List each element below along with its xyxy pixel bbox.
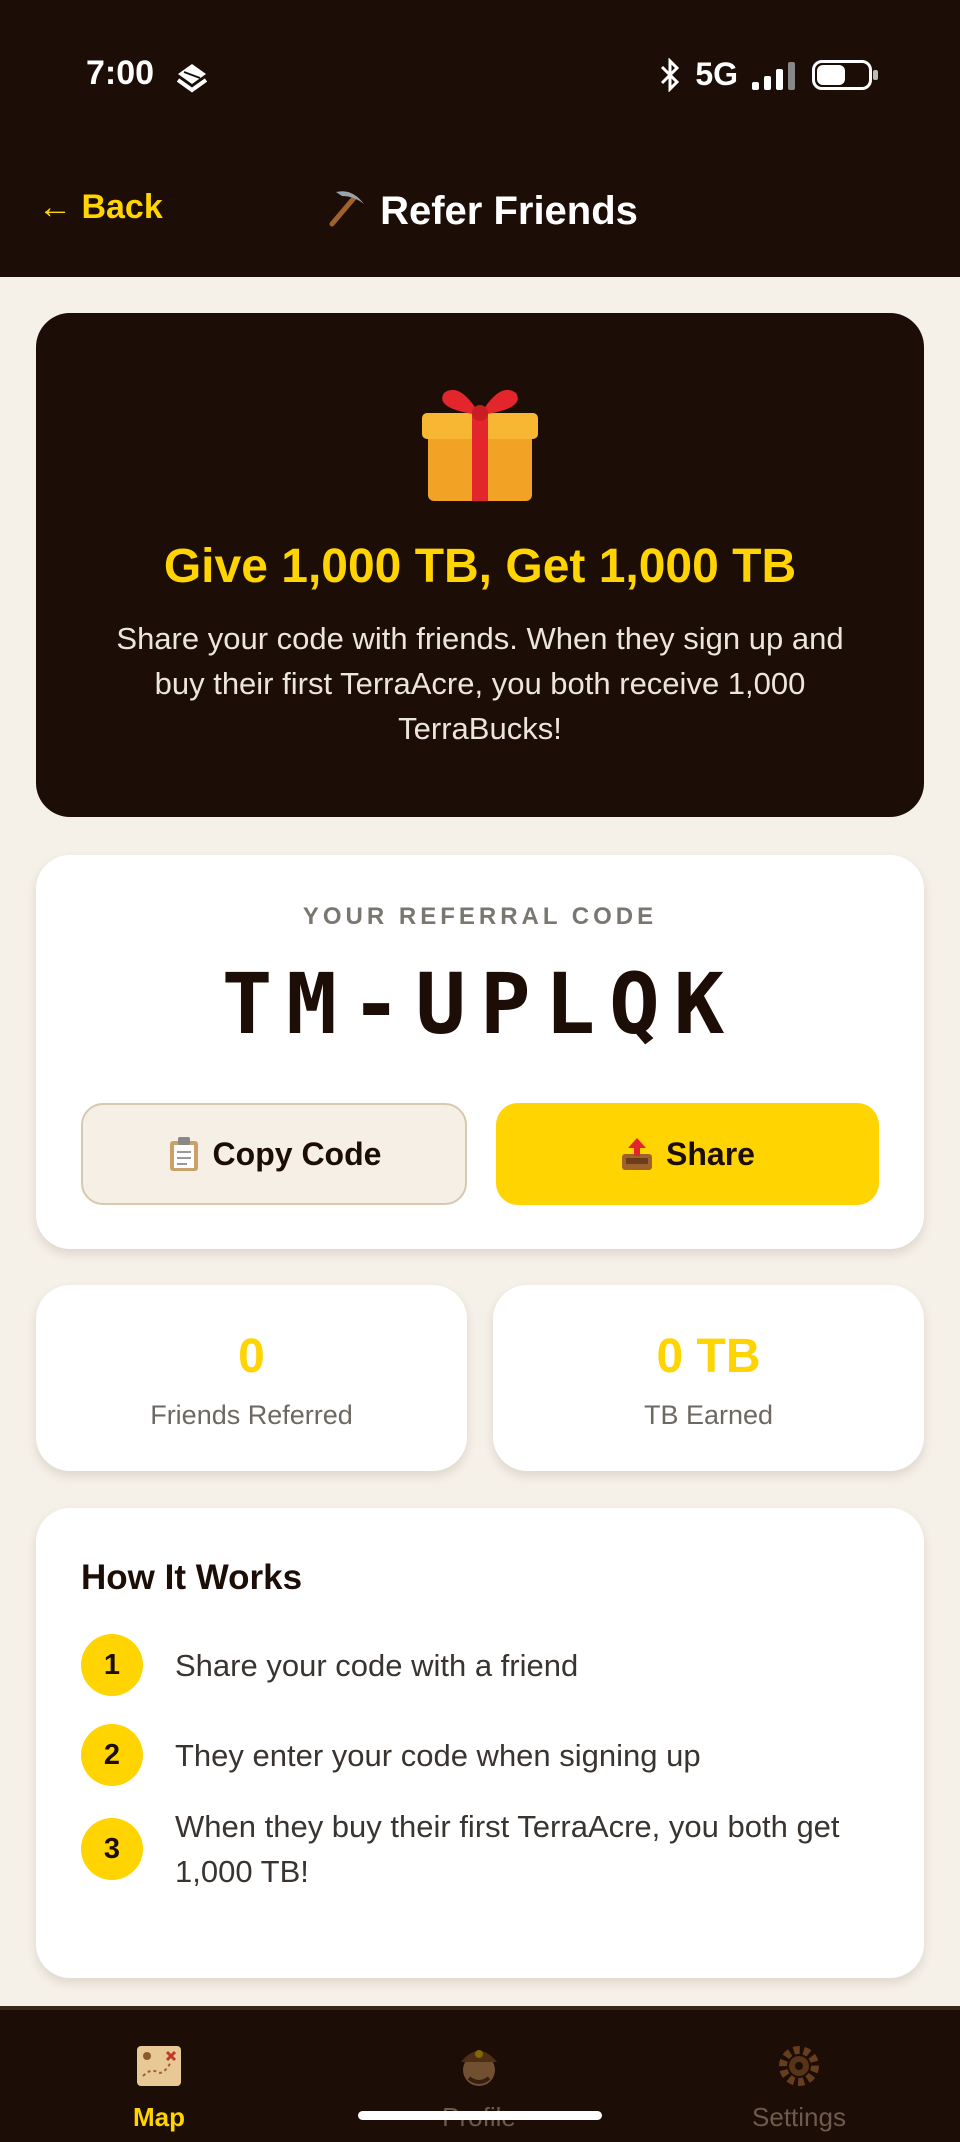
referral-code-card: YOUR REFERRAL CODE TM-UPLQK Copy Code Sh… [36,855,924,1249]
header: ← Back Refer Friends [0,150,960,277]
referral-code: TM-UPLQK [221,955,739,1053]
pickaxe-icon [329,191,365,227]
status-icons: 5G [657,56,878,93]
miner-avatar-icon [461,2050,497,2086]
step-item: 1 Share your code with a friend [81,1634,875,1696]
network-type: 5G [695,56,738,92]
copy-code-label: Copy Code [212,1135,382,1172]
gear-icon [779,2046,819,2086]
share-label: Share [666,1135,755,1172]
stat-value: 0 TB [656,1330,761,1383]
status-bar: 7:00 5G [0,0,960,150]
stat-label: Friends Referred [150,1400,353,1430]
step-item: 2 They enter your code when signing up [81,1724,875,1786]
battery-icon [812,59,878,90]
outbox-tray-icon [622,1138,653,1170]
stat-label: TB Earned [643,1400,774,1430]
page-title: Refer Friends [0,184,960,234]
nav-label-settings: Settings [752,2102,846,2132]
nav-item-profile[interactable]: Profile [379,2010,579,2142]
stacked-layers-icon [176,64,208,93]
step-item: 3 When they buy their first TerraAcre, y… [81,1804,875,1894]
status-time: 7:00 [86,54,155,92]
nav-label-map: Map [133,2102,185,2132]
nav-item-map[interactable]: Map [59,2010,259,2142]
stat-value: 0 [238,1330,265,1383]
share-button[interactable]: Share [496,1103,879,1205]
nav-item-settings[interactable]: Settings [699,2010,899,2142]
step-text: Share your code with a friend [175,1647,579,1683]
stat-friends-referred: 0 Friends Referred [36,1285,467,1471]
how-it-works-card: How It Works 1 Share your code with a fr… [36,1508,924,1978]
step-number: 3 [81,1818,143,1880]
step-number: 1 [81,1634,143,1696]
hero-title: Give 1,000 TB, Get 1,000 TB [163,540,797,593]
referral-code-label: YOUR REFERRAL CODE [302,903,658,930]
page-title-text: Refer Friends [380,189,638,233]
signal-icon [752,61,795,90]
copy-code-button[interactable]: Copy Code [81,1103,467,1205]
stat-tb-earned: 0 TB TB Earned [493,1285,924,1471]
step-text: When they buy their first TerraAcre, you… [175,1809,840,1889]
clipboard-icon [169,1137,198,1171]
how-it-works-title: How It Works [81,1558,303,1597]
home-indicator[interactable] [358,2111,602,2120]
bluetooth-icon [661,57,680,92]
hero-card: Give 1,000 TB, Get 1,000 TB Share your c… [36,313,924,817]
hero-description: Share your code with friends. When they … [116,621,844,746]
gift-icon [422,389,538,501]
bottom-nav: Map Profile Settings [0,2006,960,2142]
step-text: They enter your code when signing up [175,1737,701,1773]
step-number: 2 [81,1724,143,1786]
treasure-map-icon [137,2046,181,2086]
